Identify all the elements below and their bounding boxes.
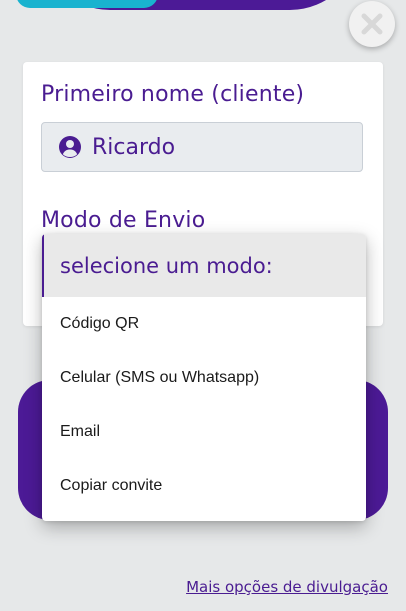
send-mode-label: Modo de Envio: [41, 208, 206, 233]
option-phone[interactable]: Celular (SMS ou Whatsapp): [42, 351, 366, 405]
close-button[interactable]: [349, 1, 395, 47]
option-qr-code[interactable]: Código QR: [42, 297, 366, 351]
option-email[interactable]: Email: [42, 405, 366, 459]
option-copy-invite[interactable]: Copiar convite: [42, 459, 366, 513]
close-icon: [359, 11, 385, 37]
header-tab-decoration: [16, 0, 158, 8]
send-mode-dropdown[interactable]: selecione um modo: Código QR Celular (SM…: [42, 234, 366, 521]
more-options-link[interactable]: Mais opções de divulgação: [186, 578, 388, 596]
first-name-value: Ricardo: [92, 134, 176, 160]
first-name-label: Primeiro nome (cliente): [41, 82, 305, 107]
user-circle-icon: [58, 135, 82, 159]
first-name-field[interactable]: Ricardo: [41, 122, 363, 172]
send-mode-placeholder[interactable]: selecione um modo:: [42, 234, 366, 297]
